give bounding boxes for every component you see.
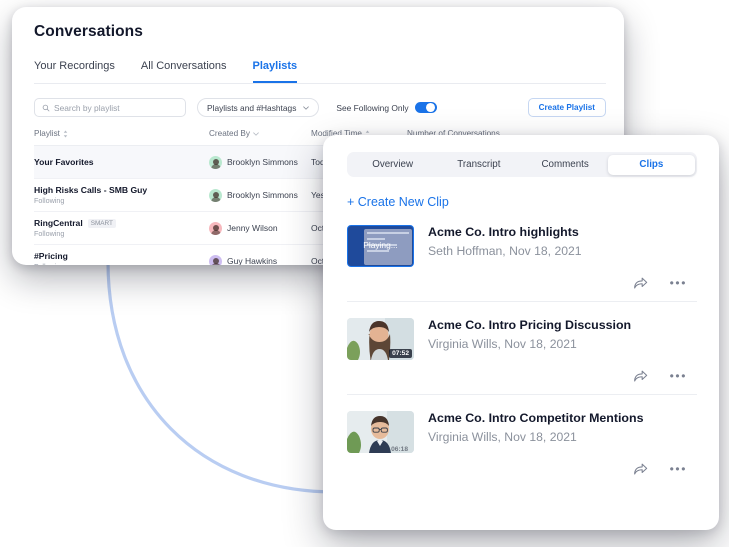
tab-your-recordings[interactable]: Your Recordings — [34, 60, 115, 83]
creator-name: Jenny Wilson — [227, 223, 278, 233]
avatar — [209, 254, 222, 265]
tab-playlists[interactable]: Playlists — [252, 60, 298, 83]
clip-thumbnail[interactable]: 07:52 — [347, 318, 414, 360]
chevron-down-icon — [303, 105, 310, 110]
see-following-toggle-group: See Following Only — [336, 101, 437, 114]
clip-meta: Seth Hoffman, Nov 18, 2021 — [428, 244, 582, 258]
playlist-following-label: Following — [34, 196, 65, 205]
clip-duration: 06:18 — [391, 446, 408, 453]
sort-icon — [63, 129, 68, 138]
detail-tabs: Overview Transcript Comments Clips — [347, 152, 697, 177]
playlist-name: #Pricing — [34, 251, 68, 261]
clip-title: Acme Co. Intro highlights — [428, 225, 579, 239]
playlists-toolbar: Search by playlist Playlists and #Hashta… — [34, 98, 606, 117]
list-item[interactable]: Playing... Acme Co. Intro highlights Set… — [347, 209, 697, 302]
playlist-following-label: Following — [34, 229, 65, 238]
list-item[interactable]: 06:18 Acme Co. Intro Competitor Mentions… — [347, 395, 697, 487]
page-title: Conversations — [34, 23, 143, 40]
tab-transcript[interactable]: Transcript — [436, 155, 522, 175]
tab-all-conversations[interactable]: All Conversations — [141, 60, 227, 83]
tab-comments[interactable]: Comments — [522, 155, 608, 175]
screenshot-stage: Conversations Your Recordings All Conver… — [0, 0, 729, 547]
share-icon[interactable] — [633, 462, 648, 476]
avatar — [209, 188, 222, 202]
tab-overview[interactable]: Overview — [350, 155, 436, 175]
see-following-label: See Following Only — [336, 102, 409, 113]
share-icon[interactable] — [633, 369, 648, 383]
column-playlist-label: Playlist — [34, 129, 60, 138]
playlist-name: Your Favorites — [34, 157, 94, 167]
playlist-cell: #Pricing Following — [34, 251, 209, 265]
search-placeholder: Search by playlist — [54, 102, 120, 113]
clip-playing-label: Playing... — [363, 240, 398, 250]
main-tabs: Your Recordings All Conversations Playli… — [34, 60, 606, 84]
share-icon[interactable] — [633, 276, 648, 290]
clip-title: Acme Co. Intro Competitor Mentions — [428, 411, 644, 425]
create-playlist-button[interactable]: Create Playlist — [527, 98, 606, 117]
chevron-down-icon — [253, 131, 259, 136]
see-following-toggle[interactable] — [414, 101, 437, 114]
column-playlist[interactable]: Playlist — [34, 129, 209, 138]
search-icon — [42, 104, 50, 111]
clip-thumbnail[interactable]: 06:18 — [347, 411, 414, 453]
playlist-name: RingCentral — [34, 218, 83, 228]
created-by-cell: Brooklyn Simmons — [209, 188, 311, 202]
clip-thumbnail[interactable]: Playing... — [347, 225, 414, 267]
column-created-by[interactable]: Created By — [209, 129, 311, 138]
avatar — [209, 221, 222, 235]
filter-select[interactable]: Playlists and #Hashtags — [197, 98, 320, 117]
smart-badge: SMART — [87, 218, 116, 228]
creator-name: Brooklyn Simmons — [227, 157, 298, 167]
creator-name: Brooklyn Simmons — [227, 190, 298, 200]
playlist-name: High Risks Calls - SMB Guy — [34, 185, 148, 195]
playlist-cell: RingCentral SMART Following — [34, 218, 209, 238]
more-icon[interactable]: ••• — [670, 370, 687, 382]
clip-duration: 07:52 — [389, 349, 412, 358]
avatar — [209, 155, 222, 169]
created-by-cell: Brooklyn Simmons — [209, 155, 311, 169]
tab-clips[interactable]: Clips — [608, 154, 695, 175]
filter-select-value: Playlists and #Hashtags — [207, 102, 297, 113]
playlist-following-label: Following — [34, 262, 209, 265]
create-new-clip-link[interactable]: + Create New Clip — [347, 195, 697, 209]
clip-meta: Virginia Wills, Nov 18, 2021 — [428, 430, 577, 444]
column-created-by-label: Created By — [209, 129, 250, 138]
created-by-cell: Jenny Wilson — [209, 221, 311, 235]
clip-meta: Virginia Wills, Nov 18, 2021 — [428, 337, 577, 351]
created-by-cell: Guy Hawkins — [209, 254, 311, 265]
more-icon[interactable]: ••• — [670, 463, 687, 475]
search-input[interactable]: Search by playlist — [34, 98, 186, 117]
playlist-cell: High Risks Calls - SMB Guy Following — [34, 185, 209, 205]
clips-panel: Overview Transcript Comments Clips + Cre… — [323, 135, 719, 530]
clip-title: Acme Co. Intro Pricing Discussion — [428, 318, 632, 332]
more-icon[interactable]: ••• — [670, 277, 687, 289]
list-item[interactable]: 07:52 Acme Co. Intro Pricing Discussion … — [347, 302, 697, 395]
creator-name: Guy Hawkins — [227, 256, 278, 265]
playlist-cell: Your Favorites — [34, 157, 209, 167]
